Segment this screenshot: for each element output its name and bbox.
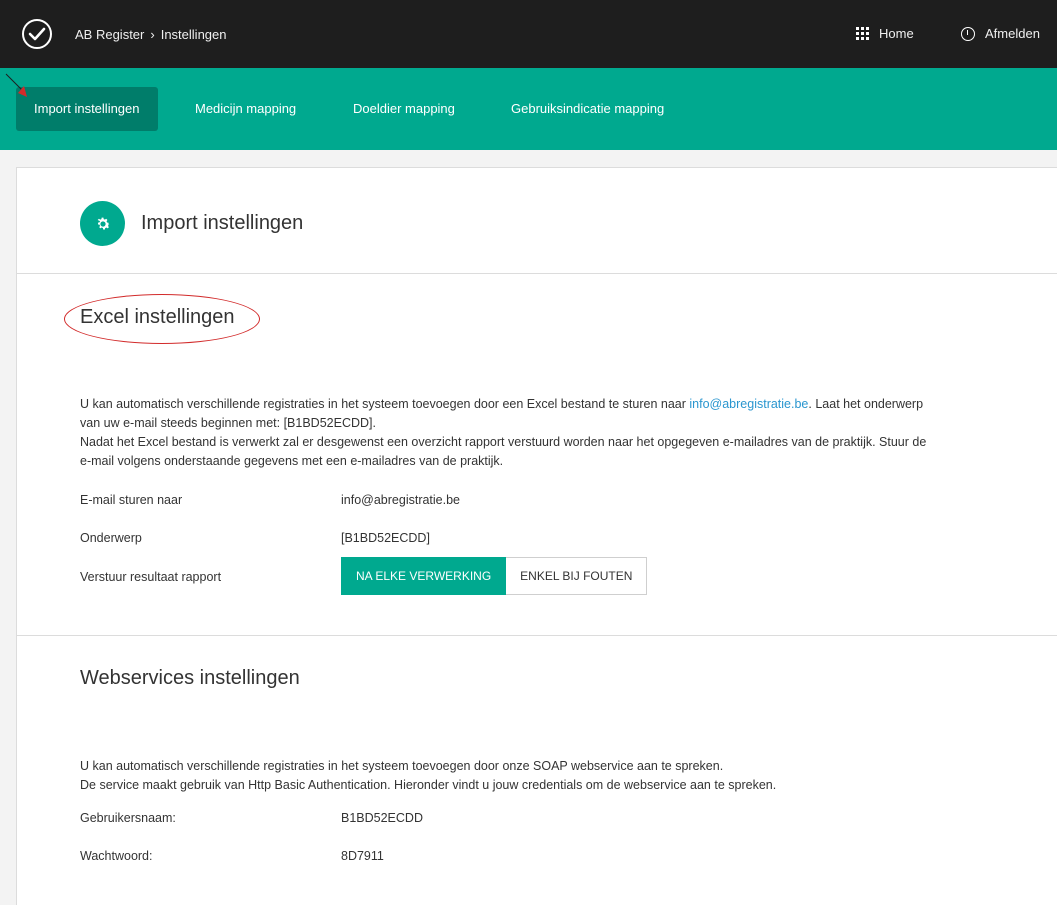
subject-label: Onderwerp xyxy=(80,531,142,545)
content-top-gutter xyxy=(0,150,1057,167)
grid-icon xyxy=(856,27,869,40)
webservices-description: U kan automatisch verschillende registra… xyxy=(80,757,1010,795)
password-label: Wachtwoord: xyxy=(80,849,153,863)
content-left-gutter xyxy=(0,150,16,905)
excel-para2-line1: Nadat het Excel bestand is verwerkt zal … xyxy=(80,435,927,449)
settings-tab-bar: Import instellingen Medicijn mapping Doe… xyxy=(0,68,1057,150)
email-label: E-mail sturen naar xyxy=(80,493,183,507)
excel-para1-text-end: . Laat het onderwerp xyxy=(808,397,924,411)
tab-medicijn-mapping[interactable]: Medicijn mapping xyxy=(177,87,314,131)
section-divider xyxy=(17,273,1057,274)
report-option-each-run[interactable]: NA ELKE VERWERKING xyxy=(341,557,507,595)
power-icon xyxy=(961,26,975,41)
report-option-errors-only[interactable]: ENKEL BIJ FOUTEN xyxy=(506,557,648,595)
section-divider xyxy=(17,635,1057,636)
excel-para2-line2: e-mail volgens onderstaande gegevens met… xyxy=(80,454,504,468)
gear-icon xyxy=(80,201,125,246)
email-link[interactable]: info@abregistratie.be xyxy=(341,493,460,507)
breadcrumb-current: Instellingen xyxy=(160,27,227,42)
breadcrumb: AB Register › Instellingen xyxy=(75,27,227,42)
home-button[interactable]: Home xyxy=(856,26,914,41)
password-value: 8D7911 xyxy=(341,849,384,863)
tab-gebruiksindicatie-mapping[interactable]: Gebruiksindicatie mapping xyxy=(493,87,682,131)
home-label: Home xyxy=(879,26,914,41)
subject-value: [B1BD52ECDD] xyxy=(341,531,430,545)
report-label: Verstuur resultaat rapport xyxy=(80,570,222,584)
tab-doeldier-mapping[interactable]: Doeldier mapping xyxy=(335,87,473,131)
checkmark-logo-icon[interactable] xyxy=(22,19,52,49)
report-toggle: NA ELKE VERWERKING ENKEL BIJ FOUTEN xyxy=(341,557,648,595)
breadcrumb-app[interactable]: AB Register xyxy=(75,27,144,42)
webservices-para2: De service maakt gebruik van Http Basic … xyxy=(80,778,777,792)
username-value: B1BD52ECDD xyxy=(341,811,423,825)
breadcrumb-separator: › xyxy=(150,27,155,42)
username-label: Gebruikersnaam: xyxy=(80,811,176,825)
excel-email-link[interactable]: info@abregistratie.be xyxy=(689,397,808,411)
page-title: Import instellingen xyxy=(141,212,304,234)
top-bar: AB Register › Instellingen Home Afmelden xyxy=(0,0,1057,68)
excel-description: U kan automatisch verschillende registra… xyxy=(80,395,1010,471)
excel-para1-text: U kan automatisch verschillende registra… xyxy=(80,397,690,411)
annotation-circle xyxy=(64,294,260,344)
webservices-section-title: Webservices instellingen xyxy=(80,667,300,689)
excel-para1-line2: van uw e-mail steeds beginnen met: [B1BD… xyxy=(80,416,376,430)
annotation-arrow-icon xyxy=(5,73,27,97)
logout-button[interactable]: Afmelden xyxy=(961,26,1040,41)
webservices-para1: U kan automatisch verschillende registra… xyxy=(80,759,724,773)
tab-import-instellingen[interactable]: Import instellingen xyxy=(16,87,158,131)
page-header: Import instellingen xyxy=(80,201,303,246)
logout-label: Afmelden xyxy=(985,26,1040,41)
